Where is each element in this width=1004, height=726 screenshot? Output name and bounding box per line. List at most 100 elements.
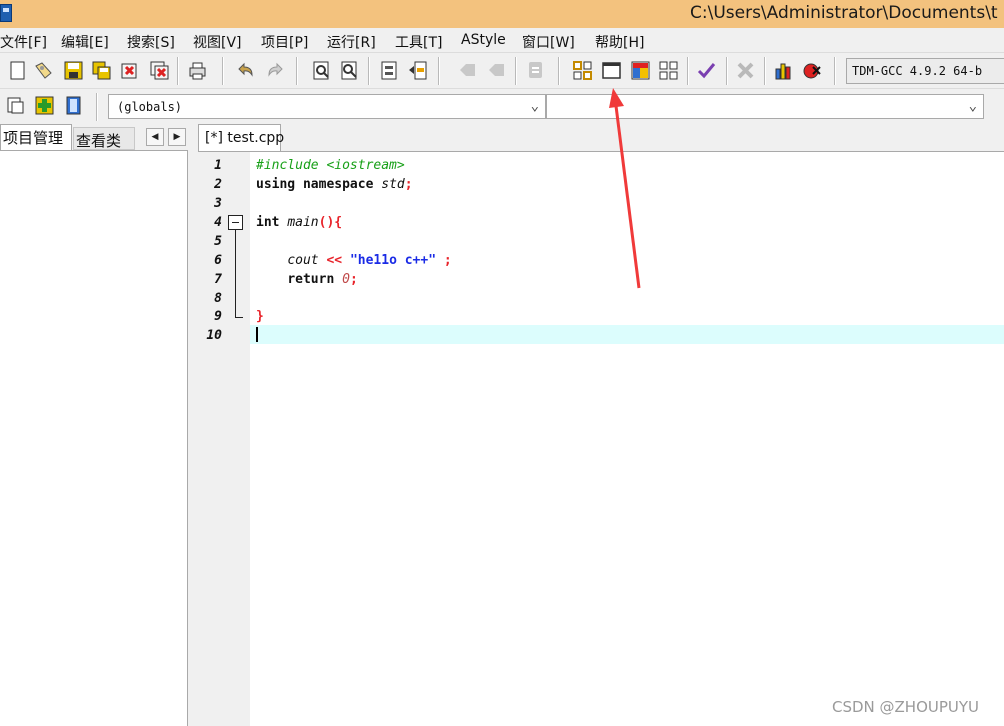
goto-back-icon[interactable]: [458, 61, 477, 80]
layout-tiles-icon[interactable]: [659, 61, 678, 80]
scope-combo[interactable]: (globals) ⌄: [108, 94, 546, 119]
menu-help[interactable]: 帮助[H]: [595, 32, 644, 52]
check-syntax-icon[interactable]: [697, 61, 716, 80]
tab-class-browser[interactable]: 查看类: [73, 127, 135, 150]
replace-icon[interactable]: [340, 61, 359, 80]
menu-edit[interactable]: 编辑[E]: [61, 32, 109, 52]
insert-icon[interactable]: [6, 96, 25, 115]
window-title: C:\Users\Administrator\Documents\t: [690, 3, 998, 23]
main-toolbar: TDM-GCC 4.9.2 64-b: [0, 52, 1004, 88]
tab-test-cpp[interactable]: [*] test.cpp: [198, 124, 284, 152]
find-icon[interactable]: [312, 61, 331, 80]
chevron-down-icon[interactable]: ⌄: [969, 98, 977, 114]
line-gutter: 1 2 3 4 5 6 7 8 9 10: [198, 152, 250, 726]
close-file-icon[interactable]: [120, 61, 139, 80]
code-line-9: }: [256, 309, 264, 324]
tab-scroll-left-icon[interactable]: ◀: [146, 128, 164, 146]
menu-astyle[interactable]: AStyle: [461, 32, 506, 48]
line-number: 2: [214, 177, 222, 192]
chart-icon[interactable]: [774, 61, 793, 80]
layout-grid-icon[interactable]: [573, 61, 592, 80]
toolbar-separator: [296, 57, 298, 85]
toolbar-separator: [96, 93, 98, 121]
menu-project[interactable]: 项目[P]: [261, 32, 308, 52]
line-number: 5: [214, 234, 222, 249]
chevron-down-icon[interactable]: ⌄: [531, 98, 539, 114]
line-number: 6: [214, 253, 222, 268]
undo-icon[interactable]: [236, 61, 255, 80]
title-bar: C:\Users\Administrator\Documents\t: [0, 0, 1004, 28]
keyword: namespace: [302, 177, 374, 192]
code-line-4: int main(){: [256, 215, 342, 230]
keyword: using: [256, 177, 296, 192]
line-number: 10: [206, 328, 222, 343]
keyword: int: [256, 215, 280, 230]
new-file-icon[interactable]: [8, 61, 27, 80]
tab-scroll-right-icon[interactable]: ▶: [168, 128, 186, 146]
line-number: 1: [214, 158, 222, 173]
toolbar-separator: [368, 57, 370, 85]
add-icon[interactable]: [35, 96, 54, 115]
menu-tools[interactable]: 工具[T]: [395, 32, 442, 52]
unindent-icon[interactable]: [408, 61, 427, 80]
menu-search[interactable]: 搜索[S]: [127, 32, 175, 52]
redo-icon[interactable]: [266, 61, 285, 80]
app-icon[interactable]: [0, 4, 12, 22]
layout-color-icon[interactable]: [631, 61, 650, 80]
operator: <<: [326, 253, 343, 268]
line-number: 7: [214, 272, 222, 287]
fold-guide: [235, 230, 236, 317]
toolbar-separator: [687, 57, 689, 85]
toolbar-separator: [558, 57, 560, 85]
indent-icon[interactable]: [380, 61, 399, 80]
print-icon[interactable]: [188, 61, 207, 80]
project-tree[interactable]: [0, 150, 188, 726]
symbol: ;: [349, 272, 358, 287]
tab-project-manager[interactable]: 项目管理: [0, 124, 72, 150]
line-number: 3: [214, 196, 222, 211]
identifier: std: [381, 177, 405, 192]
string-literal: "he11o c++": [349, 253, 437, 268]
menu-window[interactable]: 窗口[W]: [522, 32, 575, 52]
remove-icon[interactable]: [736, 61, 755, 80]
symbol-combo[interactable]: ⌄: [546, 94, 984, 119]
symbol: ;: [404, 177, 413, 192]
fold-guide-end: [235, 317, 243, 318]
code-line-1: #include <iostream>: [256, 158, 405, 173]
save-icon[interactable]: [64, 61, 83, 80]
number-literal: 0: [342, 272, 350, 287]
identifier: main: [287, 215, 319, 230]
keyword: return: [287, 272, 335, 287]
layout-window-icon[interactable]: [602, 61, 621, 80]
toolbar-separator: [438, 57, 440, 85]
close-all-icon[interactable]: [150, 61, 169, 80]
line-number: 4: [214, 215, 222, 230]
menu-view[interactable]: 视图[V]: [193, 32, 242, 52]
preprocessor-directive: #include <iostream>: [256, 158, 405, 173]
code-editor[interactable]: 1 2 3 4 5 6 7 8 9 10 #include <iostream>…: [198, 151, 1004, 726]
toolbar-separator: [726, 57, 728, 85]
text-caret: [256, 327, 258, 342]
left-panel: 项目管理 查看类 ◀ ▶: [0, 122, 192, 726]
menu-run[interactable]: 运行[R]: [327, 32, 376, 52]
code-line-7: return 0;: [256, 272, 358, 287]
toolbar-separator: [834, 57, 836, 85]
save-all-icon[interactable]: [92, 61, 111, 80]
symbol: ;: [443, 253, 452, 268]
toolbar-separator: [764, 57, 766, 85]
editor-area: [*] test.cpp 1 2 3 4 5 6 7 8 9 10 #inclu…: [194, 122, 1004, 726]
toggle-icon[interactable]: [64, 96, 83, 115]
watermark: CSDN @ZHOUPUYU: [832, 698, 980, 716]
menu-file[interactable]: 文件[F]: [0, 32, 47, 52]
menu-bar: 文件[F] 编辑[E] 搜索[S] 视图[V] 项目[P] 运行[R] 工具[T…: [0, 28, 1004, 52]
toolbar-separator: [177, 57, 179, 85]
compiler-select[interactable]: TDM-GCC 4.9.2 64-b: [846, 58, 1004, 84]
bookmark-icon[interactable]: [526, 61, 545, 80]
symbol: }: [256, 309, 264, 324]
goto-forward-icon[interactable]: [487, 61, 506, 80]
identifier: cout: [287, 253, 319, 268]
code-line-2: using namespace std;: [256, 177, 413, 192]
open-file-icon[interactable]: [34, 61, 53, 80]
debug-stop-icon[interactable]: [803, 61, 822, 80]
fold-toggle-icon[interactable]: [228, 215, 243, 230]
